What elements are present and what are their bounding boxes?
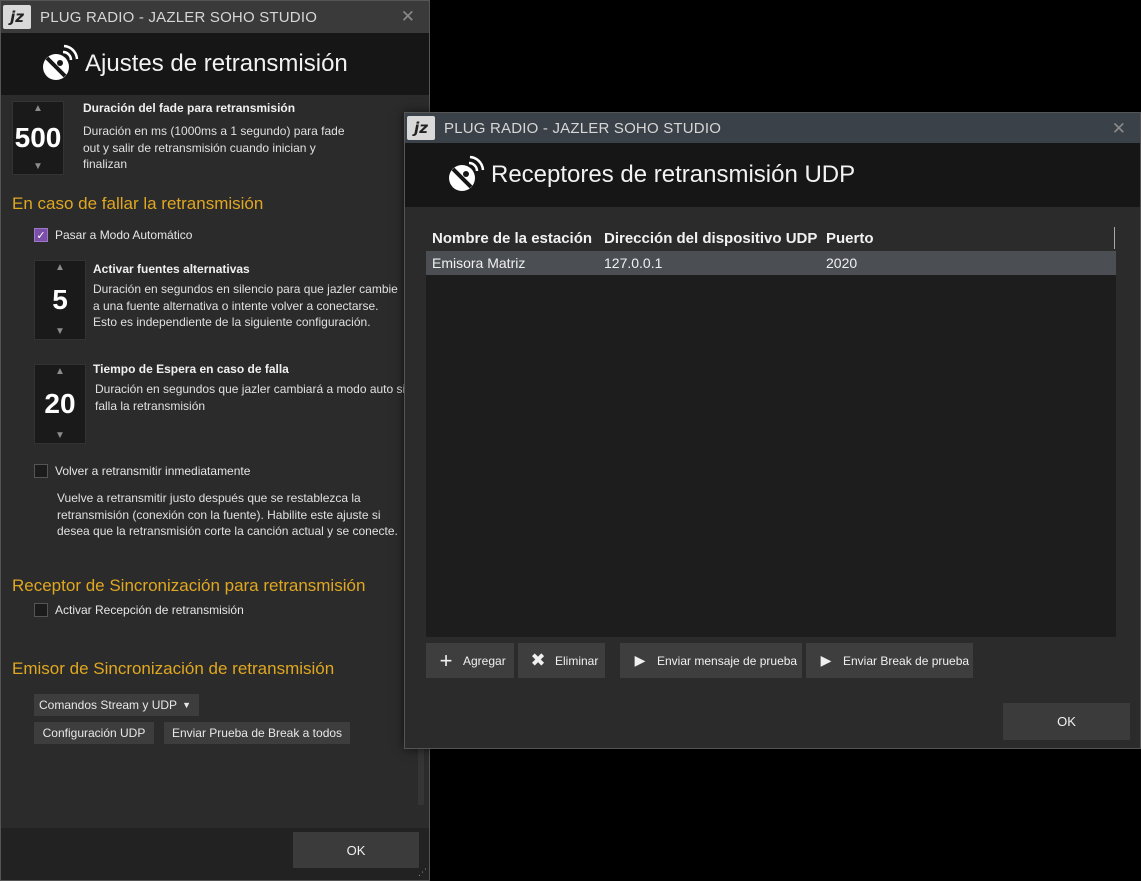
ok-button[interactable]: OK: [1003, 703, 1130, 740]
checkbox-unchecked[interactable]: [34, 464, 48, 478]
jazler-logo: jz: [3, 5, 31, 29]
cell-address: 127.0.0.1: [604, 255, 663, 271]
alt-sources-description: Duración en segundos en silencio para qu…: [93, 282, 398, 329]
chevron-down-icon: ▼: [182, 700, 191, 710]
wait-time-stepper[interactable]: ▲ 20 ▼: [34, 364, 86, 444]
window-title: PLUG RADIO - JAZLER SOHO STUDIO: [444, 119, 722, 137]
settings-window: jz PLUG RADIO - JAZLER SOHO STUDIO ✕ Aju…: [0, 0, 430, 881]
title-bar[interactable]: jz PLUG RADIO - JAZLER SOHO STUDIO ✕: [1, 1, 429, 33]
satellite-dish-icon: [43, 44, 79, 80]
plus-icon: +: [439, 647, 453, 673]
page-header: Receptores de retransmisión UDP: [405, 143, 1140, 207]
udp-receivers-window: jz PLUG RADIO - JAZLER SOHO STUDIO ✕ Rec…: [404, 112, 1141, 749]
auto-mode-checkbox[interactable]: ✓ Pasar a Modo Automático: [34, 228, 192, 242]
alt-sources-title: Activar fuentes alternativas: [93, 262, 250, 276]
section-fail: En caso de fallar la retransmisión: [12, 194, 264, 213]
alt-sources-stepper[interactable]: ▲ 5 ▼: [34, 260, 86, 340]
table-row[interactable]: Emisora Matriz 127.0.0.1 2020: [426, 251, 1116, 275]
window-footer: OK ⋰: [1, 828, 429, 880]
close-icon[interactable]: ✕: [401, 7, 415, 27]
stepper-down-icon[interactable]: ▼: [33, 160, 43, 174]
button-label: Enviar mensaje de prueba: [657, 653, 798, 668]
column-header-station[interactable]: Nombre de la estación: [432, 230, 592, 247]
close-icon[interactable]: ✕: [1112, 119, 1126, 139]
satellite-dish-icon: [449, 155, 485, 191]
receivers-table[interactable]: Nombre de la estación Dirección del disp…: [426, 225, 1116, 637]
checkbox-unchecked[interactable]: [34, 603, 48, 617]
checkbox-label: Pasar a Modo Automático: [55, 228, 193, 242]
stepper-value[interactable]: 5: [52, 284, 68, 316]
title-bar[interactable]: jz PLUG RADIO - JAZLER SOHO STUDIO ✕: [405, 113, 1140, 143]
send-test-break-button[interactable]: ▶ Enviar Break de prueba: [806, 643, 973, 678]
config-udp-button[interactable]: Configuración UDP: [34, 722, 154, 744]
fade-description: Duración en ms (1000ms a 1 segundo) para…: [83, 124, 345, 171]
jazler-logo: jz: [407, 116, 435, 140]
page-header: Ajustes de retransmisión: [1, 33, 429, 95]
send-break-all-button[interactable]: Enviar Prueba de Break a todos: [164, 722, 350, 744]
retransmit-description: Vuelve a retransmitir justo después que …: [57, 491, 398, 538]
remove-button[interactable]: ✖ Eliminar: [518, 643, 605, 678]
play-icon: ▶: [634, 652, 646, 668]
page-title: Ajustes de retransmisión: [85, 50, 348, 77]
button-label: Agregar: [463, 653, 506, 668]
resize-grip-icon[interactable]: ⋰: [418, 867, 427, 878]
column-divider: [1114, 227, 1115, 249]
x-icon: ✖: [530, 650, 546, 670]
wait-time-description: Duración en segundos que jazler cambiará…: [95, 382, 406, 413]
add-button[interactable]: + Agregar: [426, 643, 514, 678]
window-title: PLUG RADIO - JAZLER SOHO STUDIO: [40, 8, 318, 26]
stepper-up-icon[interactable]: ▲: [55, 365, 65, 379]
stepper-value[interactable]: 500: [15, 122, 62, 154]
cell-station: Emisora Matriz: [432, 255, 526, 271]
fade-title: Duración del fade para retransmisión: [83, 101, 296, 115]
cell-port: 2020: [826, 255, 858, 271]
fade-duration-stepper[interactable]: ▲ 500 ▼: [12, 101, 64, 175]
dropdown-value: Comandos Stream y UDP: [39, 698, 178, 712]
section-emitter: Emisor de Sincronización de retransmisió…: [12, 659, 335, 678]
page-title: Receptores de retransmisión UDP: [491, 161, 856, 188]
table-header: Nombre de la estación Dirección del disp…: [426, 225, 1116, 251]
column-header-port[interactable]: Puerto: [826, 230, 874, 247]
column-header-address[interactable]: Dirección del dispositivo UDP: [604, 230, 817, 247]
play-icon: ▶: [820, 652, 832, 668]
section-receiver: Receptor de Sincronización para retransm…: [12, 576, 366, 595]
checkbox-checked-icon[interactable]: ✓: [34, 228, 48, 242]
checkbox-label: Volver a retransmitir inmediatamente: [55, 464, 251, 478]
stepper-down-icon[interactable]: ▼: [55, 429, 65, 443]
stepper-up-icon[interactable]: ▲: [33, 102, 43, 116]
mode-dropdown[interactable]: Comandos Stream y UDP ▼: [34, 694, 199, 716]
receiver-checkbox[interactable]: Activar Recepción de retransmisión: [34, 603, 244, 617]
stepper-value[interactable]: 20: [44, 388, 75, 420]
stepper-down-icon[interactable]: ▼: [55, 325, 65, 339]
ok-button[interactable]: OK: [293, 832, 419, 868]
checkbox-label: Activar Recepción de retransmisión: [55, 603, 244, 617]
send-test-message-button[interactable]: ▶ Enviar mensaje de prueba: [620, 643, 802, 678]
retransmit-checkbox[interactable]: Volver a retransmitir inmediatamente: [34, 464, 250, 478]
wait-time-title: Tiempo de Espera en caso de falla: [93, 362, 289, 376]
button-label: Enviar Break de prueba: [843, 653, 970, 668]
settings-content: ▲ 500 ▼ Duración del fade para retransmi…: [1, 95, 411, 828]
stepper-up-icon[interactable]: ▲: [55, 261, 65, 275]
button-label: Eliminar: [555, 653, 599, 668]
